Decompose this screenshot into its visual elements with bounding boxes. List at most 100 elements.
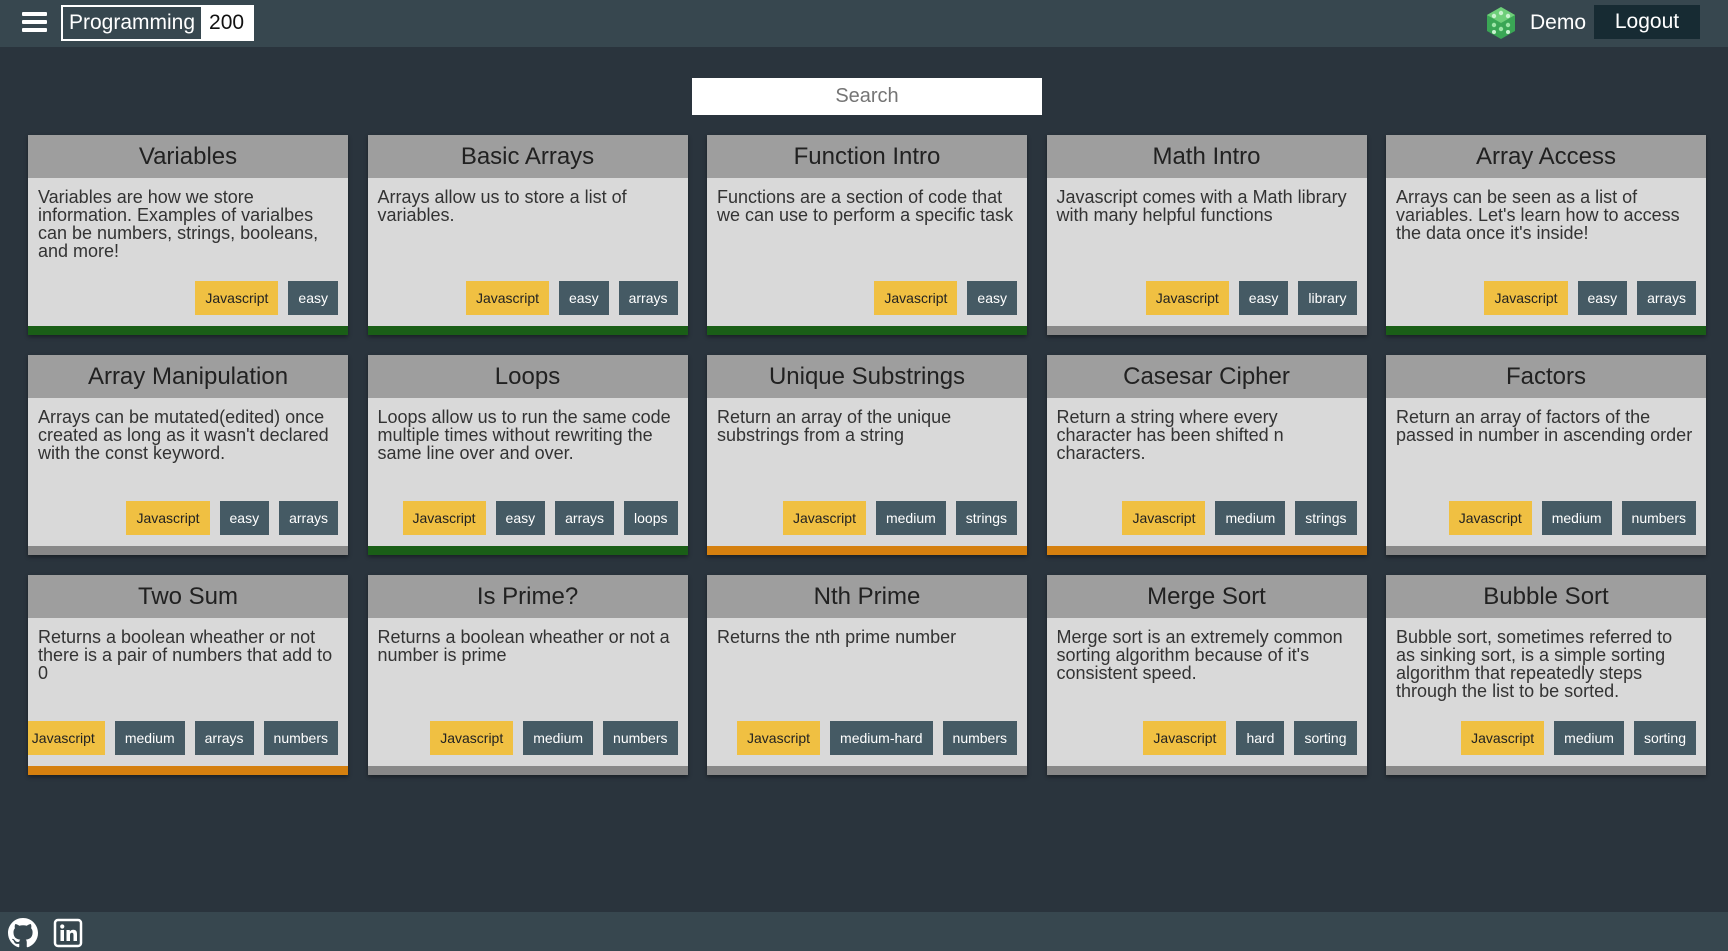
difficulty-status-bar: [28, 766, 348, 775]
language-tag[interactable]: Javascript: [402, 501, 486, 535]
topic-tag[interactable]: numbers: [603, 721, 678, 755]
topic-tag[interactable]: arrays: [194, 721, 254, 755]
card-description: Arrays allow us to store a list of varia…: [377, 187, 627, 225]
challenge-card[interactable]: Basic Arrays Arrays allow us to store a l…: [367, 135, 688, 335]
topic-tag[interactable]: numbers: [942, 721, 1017, 755]
topic-tag[interactable]: easy: [967, 281, 1017, 315]
topic-tag[interactable]: medium: [523, 721, 594, 755]
difficulty-status-bar: [1386, 326, 1706, 335]
topic-tag[interactable]: easy: [1238, 281, 1289, 315]
difficulty-status-bar: [1386, 546, 1706, 555]
topic-tag[interactable]: loops: [624, 501, 678, 535]
challenge-card[interactable]: Factors Return an array of factors of the…: [1386, 355, 1706, 555]
logout-button[interactable]: Logout: [1594, 5, 1700, 39]
topic-tag[interactable]: medium: [1554, 721, 1624, 755]
difficulty-status-bar: [28, 326, 348, 335]
language-tag[interactable]: Javascript: [465, 281, 550, 315]
language-tag[interactable]: Javascript: [28, 721, 105, 755]
difficulty-status-bar: [707, 326, 1027, 335]
topic-tag[interactable]: arrays: [279, 501, 338, 535]
card-title: Casesar Cipher: [1046, 355, 1367, 398]
topic-tag[interactable]: easy: [288, 281, 338, 315]
card-title: Variables: [28, 135, 348, 178]
topic-tag[interactable]: strings: [955, 501, 1017, 535]
challenge-card[interactable]: Variables Variables are how we store info…: [28, 135, 348, 335]
card-description: Functions are a section of code that we …: [717, 187, 1014, 225]
language-tag[interactable]: Javascript: [430, 721, 514, 755]
linkedin-icon[interactable]: [53, 918, 83, 948]
challenge-card[interactable]: Loops Loops allow us to run the same code…: [367, 355, 688, 555]
topic-tag[interactable]: easy: [495, 501, 546, 535]
hamburger-menu-icon[interactable]: [22, 12, 47, 32]
language-tag[interactable]: Javascript: [782, 501, 866, 535]
card-description: Return an array of the unique substrings…: [717, 407, 952, 445]
difficulty-status-bar: [1046, 766, 1367, 775]
topic-tag[interactable]: easy: [219, 501, 270, 535]
topic-tag[interactable]: easy: [559, 281, 609, 315]
topic-tag[interactable]: arrays: [1637, 281, 1696, 315]
difficulty-status-bar: [367, 766, 688, 775]
card-tags: Javascript easy arrays: [465, 281, 678, 315]
challenge-card[interactable]: Casesar Cipher Return a string where ever…: [1046, 355, 1367, 555]
difficulty-status-bar: [1046, 546, 1367, 555]
topic-tag[interactable]: numbers: [1621, 501, 1696, 535]
topic-tag[interactable]: medium-hard: [830, 721, 933, 755]
challenge-card[interactable]: Nth Prime Returns the nth prime number Jav…: [707, 575, 1027, 775]
topic-tag[interactable]: medium: [875, 501, 946, 535]
card-tags: Javascript medium numbers: [1448, 501, 1696, 535]
card-title: Nth Prime: [707, 575, 1027, 618]
topic-tag[interactable]: strings: [1295, 501, 1357, 535]
card-tags: Javascript medium numbers: [430, 721, 678, 755]
brand-count: 200: [201, 7, 253, 39]
card-title: Is Prime?: [367, 575, 688, 618]
search-input[interactable]: [692, 78, 1042, 115]
card-description: Returns a boolean wheather or not a numb…: [377, 627, 670, 665]
language-tag[interactable]: Javascript: [874, 281, 958, 315]
language-tag[interactable]: Javascript: [1145, 281, 1229, 315]
topic-tag[interactable]: arrays: [555, 501, 615, 535]
topic-tag[interactable]: hard: [1236, 721, 1285, 755]
difficulty-status-bar: [28, 546, 348, 555]
challenge-card[interactable]: Unique Substrings Return an array of the …: [707, 355, 1027, 555]
difficulty-status-bar: [367, 546, 688, 555]
challenge-card[interactable]: Function Intro Functions are a section of…: [707, 135, 1027, 335]
language-tag[interactable]: Javascript: [737, 721, 821, 755]
github-icon[interactable]: [8, 918, 38, 948]
language-tag[interactable]: Javascript: [1448, 501, 1532, 535]
card-tags: Javascript easy arrays: [126, 501, 338, 535]
topic-tag[interactable]: sorting: [1633, 721, 1696, 755]
card-description: Variables are how we store information. …: [38, 187, 319, 261]
challenge-card[interactable]: Math Intro Javascript comes with a Math l…: [1046, 135, 1367, 335]
topic-tag[interactable]: arrays: [618, 281, 678, 315]
user-avatar-icon[interactable]: [1483, 5, 1519, 41]
topic-tag[interactable]: medium: [114, 721, 185, 755]
user-name: Demo: [1530, 11, 1587, 34]
language-tag[interactable]: Javascript: [1484, 281, 1568, 315]
card-description: Arrays can be seen as a list of variable…: [1396, 187, 1680, 243]
challenge-card[interactable]: Bubble Sort Bubble sort, sometimes referr…: [1386, 575, 1706, 775]
topic-tag[interactable]: medium: [1215, 501, 1286, 535]
topic-tag[interactable]: medium: [1541, 501, 1612, 535]
card-title: Factors: [1386, 355, 1706, 398]
challenge-card[interactable]: Array Access Arrays can be seen as a list…: [1386, 135, 1706, 335]
card-description: Returns the nth prime number: [717, 627, 957, 647]
card-title: Function Intro: [707, 135, 1027, 178]
brand-logo[interactable]: Programming 200: [61, 5, 255, 41]
challenge-card[interactable]: Array Manipulation Arrays can be mutated(…: [28, 355, 348, 555]
challenge-card[interactable]: Two Sum Returns a boolean wheather or not…: [28, 575, 348, 775]
challenge-card[interactable]: Merge Sort Merge sort is an extremely com…: [1046, 575, 1367, 775]
language-tag[interactable]: Javascript: [1143, 721, 1227, 755]
topic-tag[interactable]: easy: [1577, 281, 1628, 315]
topic-tag[interactable]: numbers: [263, 721, 338, 755]
card-tags: Javascript easy: [874, 281, 1017, 315]
card-tags: Javascript medium-hard numbers: [737, 721, 1017, 755]
topic-tag[interactable]: sorting: [1294, 721, 1357, 755]
language-tag[interactable]: Javascript: [1461, 721, 1545, 755]
challenge-card[interactable]: Is Prime? Returns a boolean wheather or n…: [367, 575, 688, 775]
topic-tag[interactable]: library: [1298, 281, 1357, 315]
language-tag[interactable]: Javascript: [1122, 501, 1206, 535]
language-tag[interactable]: Javascript: [195, 281, 279, 315]
language-tag[interactable]: Javascript: [126, 501, 210, 535]
card-title: Math Intro: [1046, 135, 1367, 178]
card-tags: Javascript easy arrays: [1484, 281, 1696, 315]
